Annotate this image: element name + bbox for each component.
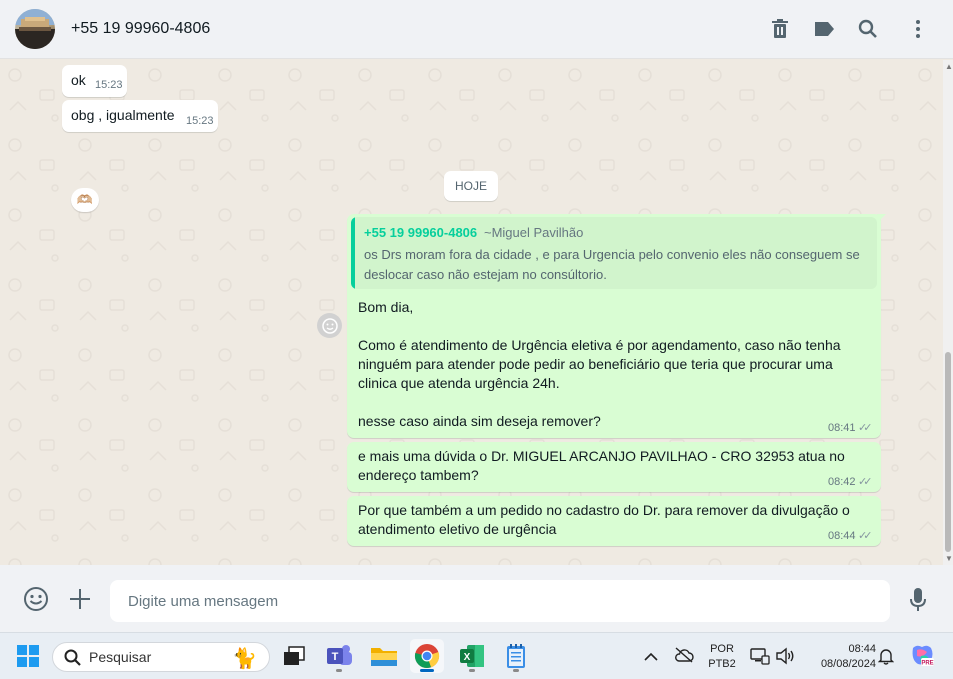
search-icon (64, 649, 81, 666)
cloud-offline-icon[interactable] (674, 647, 694, 668)
contact-avatar[interactable] (15, 9, 55, 49)
message-reaction[interactable]: 🫶🏼 (71, 188, 99, 212)
incoming-message[interactable]: obg , igualmente 15:23 (62, 100, 218, 132)
message-time: 08:42 (828, 476, 856, 488)
quote-text: os Drs moram fora da cidade , e para Urg… (364, 247, 860, 282)
message-time: 08:44 (828, 530, 856, 542)
taskbar-clock[interactable]: 08:44 08/08/2024 (804, 642, 876, 672)
scroll-up-arrow-icon[interactable]: ▲ (945, 62, 953, 71)
read-ticks-icon: ✓✓ (858, 422, 873, 434)
emoji-icon[interactable] (23, 586, 49, 617)
clock-date: 08/08/2024 (820, 658, 876, 670)
show-hidden-icons-chevron-icon[interactable] (644, 649, 658, 667)
task-view-icon[interactable] (277, 639, 311, 673)
incoming-message[interactable]: ok 15:23 (62, 65, 127, 97)
volume-icon[interactable] (775, 647, 795, 670)
date-separator: HOJE (444, 171, 498, 201)
menu-icon[interactable] (906, 17, 930, 41)
chat-messages-area: ok 15:23 obg , igualmente 15:23 🫶🏼 HOJE … (0, 60, 943, 565)
svg-text:T: T (332, 651, 339, 663)
file-explorer-icon[interactable] (367, 639, 401, 673)
message-time: 08:41 (828, 422, 856, 434)
input-language-indicator[interactable]: POR PTB2 (705, 642, 739, 672)
bubble-tail (877, 214, 886, 223)
clock-time: 08:44 (848, 643, 876, 655)
message-time: 15:23 (95, 79, 123, 91)
scroll-thumb[interactable] (945, 352, 951, 552)
chrome-icon[interactable] (410, 639, 444, 673)
teams-icon[interactable]: T (322, 639, 356, 673)
search-icon[interactable] (856, 17, 880, 41)
quote-alias: ~Miguel Pavilhão (484, 225, 584, 240)
attach-plus-icon[interactable] (69, 588, 91, 615)
message-text: obg , igualmente (71, 107, 175, 123)
message-text: Por que também a um pedido no cadastro d… (358, 502, 850, 537)
scroll-down-arrow-icon[interactable]: ▼ (945, 554, 953, 563)
message-time: 15:23 (186, 115, 214, 127)
message-text: ok (71, 72, 86, 88)
copilot-icon[interactable]: PRE (909, 644, 935, 673)
excel-icon[interactable]: X (455, 639, 489, 673)
svg-text:X: X (464, 652, 471, 663)
windows-start-icon[interactable] (11, 639, 45, 673)
contact-name[interactable]: +55 19 99960-4806 (71, 20, 210, 38)
chat-header: +55 19 99960-4806 (0, 0, 953, 59)
read-ticks-icon: ✓✓ (858, 530, 873, 542)
language-bottom: PTB2 (708, 658, 736, 670)
network-icon[interactable] (750, 647, 770, 670)
delete-icon[interactable] (768, 17, 792, 41)
cat-search-highlight-icon: 🐈 (232, 648, 257, 670)
windows-taskbar: Pesquisar 🐈 T X POR PTB2 08:44 08/08/202… (0, 632, 953, 679)
language-top: POR (710, 643, 734, 655)
notifications-bell-icon[interactable] (877, 647, 895, 670)
quote-accent-bar (351, 217, 355, 289)
quote-author: +55 19 99960-4806 (364, 225, 478, 240)
read-ticks-icon: ✓✓ (858, 476, 873, 488)
taskbar-search[interactable]: Pesquisar 🐈 (52, 642, 270, 672)
app-running-indicator (336, 669, 342, 672)
taskbar-search-placeholder: Pesquisar (89, 649, 152, 665)
app-running-indicator (513, 669, 519, 672)
app-active-indicator (420, 669, 434, 672)
message-text: e mais uma dúvida o Dr. MIGUEL ARCANJO P… (358, 448, 845, 483)
app-running-indicator (469, 669, 475, 672)
message-input[interactable]: Digite uma mensagem (110, 580, 890, 622)
svg-text:PRE: PRE (921, 661, 933, 667)
message-text: Bom dia, Como é atendimento de Urgência … (358, 299, 841, 429)
quoted-message[interactable]: +55 19 99960-4806 ~Miguel Pavilhão os Dr… (351, 217, 877, 289)
notepad-icon[interactable] (499, 639, 533, 673)
label-icon[interactable] (812, 17, 836, 41)
add-reaction-icon[interactable] (317, 313, 342, 338)
microphone-icon[interactable] (909, 587, 927, 618)
message-composer: Digite uma mensagem (0, 565, 953, 632)
chat-scrollbar[interactable]: ▲ ▼ (943, 60, 953, 565)
